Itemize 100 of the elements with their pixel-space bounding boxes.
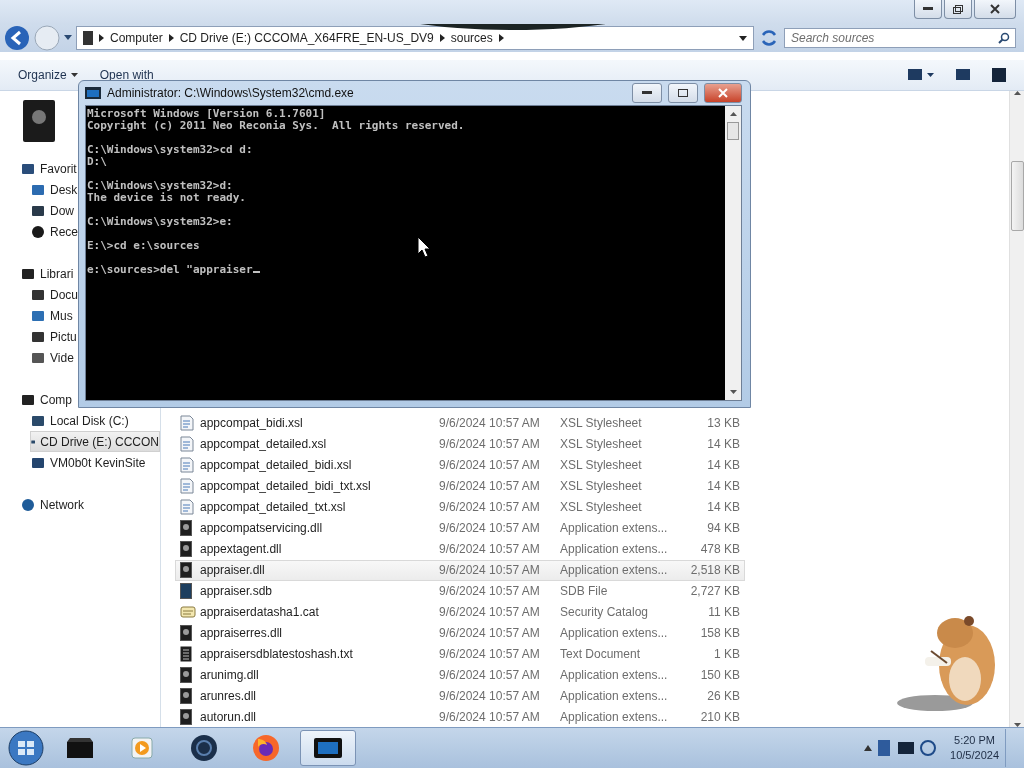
file-date: 9/6/2024 10:57 AM	[439, 667, 541, 682]
file-size: 94 KB	[706, 521, 740, 536]
breadcrumb[interactable]: Computer	[110, 31, 163, 45]
file-row[interactable]: appextagent.dll 9/6/2024 10:57 AM Application extens... 478 KB	[175, 538, 745, 560]
search-field[interactable]: Search sources	[784, 28, 1016, 48]
file-type: Application extens...	[560, 667, 669, 682]
file-type: XSL Stylesheet	[560, 437, 643, 452]
file-type: Security Catalog	[560, 604, 650, 619]
file-date: 9/6/2024 10:57 AM	[439, 563, 541, 578]
console-line: C:\Windows\system32>d:	[87, 179, 233, 192]
console-line: Copyright (c) 2011 Neo Reconia Sys. All rights reserved.	[87, 119, 465, 132]
file-name: appraiser.sdb	[200, 583, 274, 598]
file-date: 9/6/2024 10:57 AM	[439, 521, 541, 536]
file-size: 150 KB	[699, 667, 740, 682]
file-type: XSL Stylesheet	[560, 416, 643, 431]
file-row[interactable]: appcompat_detailed_txt.xsl 9/6/2024 10:57 AM XSL Stylesheet 14 KB	[175, 496, 745, 518]
file-type: Application extens...	[560, 709, 669, 724]
file-row[interactable]: appraiser.sdb 9/6/2024 10:57 AM SDB File 2,727 KB	[175, 580, 745, 602]
sidebar-item[interactable]: Favorit	[20, 158, 78, 179]
file-date: 9/6/2024 10:57 AM	[439, 416, 541, 431]
file-type: XSL Stylesheet	[560, 458, 643, 473]
sidebar-item[interactable]: Librari	[20, 263, 75, 284]
file-size: 14 KB	[706, 500, 740, 515]
file-row[interactable]: appcompat_bidi.xsl 9/6/2024 10:57 AM XSL Stylesheet 13 KB	[175, 413, 745, 434]
sidebar-item[interactable]: VM0b0t KevinSite	[30, 452, 147, 473]
file-row[interactable]: autorun.dll 9/6/2024 10:57 AM Application extens... 210 KB	[175, 706, 745, 728]
file-name: appraiser.dll	[200, 563, 266, 578]
file-type: Application extens...	[560, 625, 669, 640]
sidebar-item[interactable]: CD Drive (E:) CCCON	[30, 431, 160, 452]
sidebar-item[interactable]: Desk	[30, 179, 79, 200]
console-line: e:\sources>del "appraiser	[87, 263, 253, 276]
file-name: arunres.dll	[200, 688, 258, 703]
file-size: 210 KB	[699, 709, 740, 724]
file-size: 14 KB	[706, 458, 740, 473]
sidebar-item[interactable]: Pictu	[30, 326, 78, 347]
file-size: 2,518 KB	[689, 563, 740, 578]
file-name: appcompat_bidi.xsl	[200, 416, 304, 431]
sidebar-item[interactable]: Vide	[30, 347, 75, 368]
file-size: 478 KB	[699, 542, 740, 557]
file-name: appcompat_detailed_bidi_txt.xsl	[200, 479, 372, 494]
sidebar-item[interactable]: Docu	[30, 284, 79, 305]
file-size: 2,727 KB	[689, 583, 740, 598]
file-size: 13 KB	[706, 416, 740, 431]
file-row[interactable]: appraiserdatasha1.cat 9/6/2024 10:57 AM Security Catalog 11 KB	[175, 601, 745, 623]
file-row[interactable]: appraiser.dll 9/6/2024 10:57 AM Application extens... 2,518 KB	[175, 559, 745, 581]
breadcrumb[interactable]: sources	[450, 31, 493, 45]
file-name: appraiserdatasha1.cat	[200, 604, 320, 619]
file-date: 9/6/2024 10:57 AM	[439, 646, 541, 661]
file-date: 9/6/2024 10:57 AM	[439, 542, 541, 557]
file-date: 9/6/2024 10:57 AM	[439, 479, 541, 494]
file-type: Application extens...	[560, 542, 669, 557]
clock[interactable]: 5:20 PM 10/5/2024	[950, 733, 999, 763]
console-line: The device is not ready.	[87, 191, 246, 204]
sidebar-item[interactable]: Network	[20, 494, 85, 515]
file-name: appextagent.dll	[200, 542, 283, 557]
sidebar-item[interactable]: Mus	[30, 305, 74, 326]
sidebar-item[interactable]: Dow	[30, 200, 75, 221]
file-row[interactable]: appcompat_detailed_bidi_txt.xsl 9/6/2024 10:57 AM XSL Stylesheet 14 KB	[175, 475, 745, 497]
file-date: 9/6/2024 10:57 AM	[439, 583, 541, 598]
file-row[interactable]: appcompat_detailed.xsl 9/6/2024 10:57 AM XSL Stylesheet 14 KB	[175, 433, 745, 455]
file-type: XSL Stylesheet	[560, 500, 643, 515]
file-name: appraiserres.dll	[200, 625, 284, 640]
file-row[interactable]: arunres.dll 9/6/2024 10:57 AM Application extens... 26 KB	[175, 685, 745, 707]
sidebar-item[interactable]: Local Disk (C:)	[30, 410, 130, 431]
console-line: C:\Windows\system32>e:	[87, 215, 233, 228]
file-row[interactable]: appcompatservicing.dll 9/6/2024 10:57 AM Application extens... 94 KB	[175, 517, 745, 539]
console-line: D:\	[87, 155, 107, 168]
file-date: 9/6/2024 10:57 AM	[439, 625, 541, 640]
sidebar-item[interactable]: Comp	[20, 389, 73, 410]
file-name: appcompatservicing.dll	[200, 521, 324, 536]
file-type: Application extens...	[560, 563, 669, 578]
file-size: 158 KB	[699, 625, 740, 640]
file-size: 26 KB	[706, 688, 740, 703]
console-line: E:\>cd e:\sources	[87, 239, 200, 252]
open-with-button[interactable]: Open with	[99, 68, 154, 82]
file-date: 9/6/2024 10:57 AM	[439, 709, 541, 724]
file-name: appcompat_detailed_txt.xsl	[200, 500, 347, 515]
file-type: Text Document	[560, 646, 642, 661]
file-size: 14 KB	[706, 479, 740, 494]
file-date: 9/6/2024 10:57 AM	[439, 604, 541, 619]
file-size: 14 KB	[706, 437, 740, 452]
file-type: XSL Stylesheet	[560, 479, 643, 494]
file-row[interactable]: appcompat_detailed_bidi.xsl 9/6/2024 10:57 AM XSL Stylesheet 14 KB	[175, 454, 745, 476]
sidebar-item[interactable]: Rece	[30, 221, 79, 242]
file-size: 11 KB	[707, 604, 740, 619]
file-date: 9/6/2024 10:57 AM	[439, 437, 541, 452]
address-bar[interactable]: Computer CD Drive (E:) CCCOMA_X64FRE_EN-US_DV9 sources	[76, 26, 754, 50]
file-date: 9/6/2024 10:57 AM	[439, 458, 541, 473]
file-name: appcompat_detailed.xsl	[200, 437, 328, 452]
file-date: 9/6/2024 10:57 AM	[439, 500, 541, 515]
console-line: C:\Windows\system32>cd d:	[87, 143, 253, 156]
file-type: Application extens...	[560, 688, 669, 703]
organize-menu[interactable]: Organize	[18, 68, 78, 82]
file-type: SDB File	[560, 583, 609, 598]
breadcrumb[interactable]: CD Drive (E:) CCCOMA_X64FRE_EN-US_DV9	[179, 31, 434, 45]
window-title: Administrator: C:\Windows\System32\cmd.exe	[107, 86, 354, 100]
file-row[interactable]: appraiserres.dll 9/6/2024 10:57 AM Application extens... 158 KB	[175, 622, 745, 644]
file-row[interactable]: arunimg.dll 9/6/2024 10:57 AM Application extens... 150 KB	[175, 664, 745, 686]
file-row[interactable]: appraisersdblatestoshash.txt 9/6/2024 10:57 AM Text Document 1 KB	[175, 643, 745, 665]
file-name: appcompat_detailed_bidi.xsl	[200, 458, 353, 473]
